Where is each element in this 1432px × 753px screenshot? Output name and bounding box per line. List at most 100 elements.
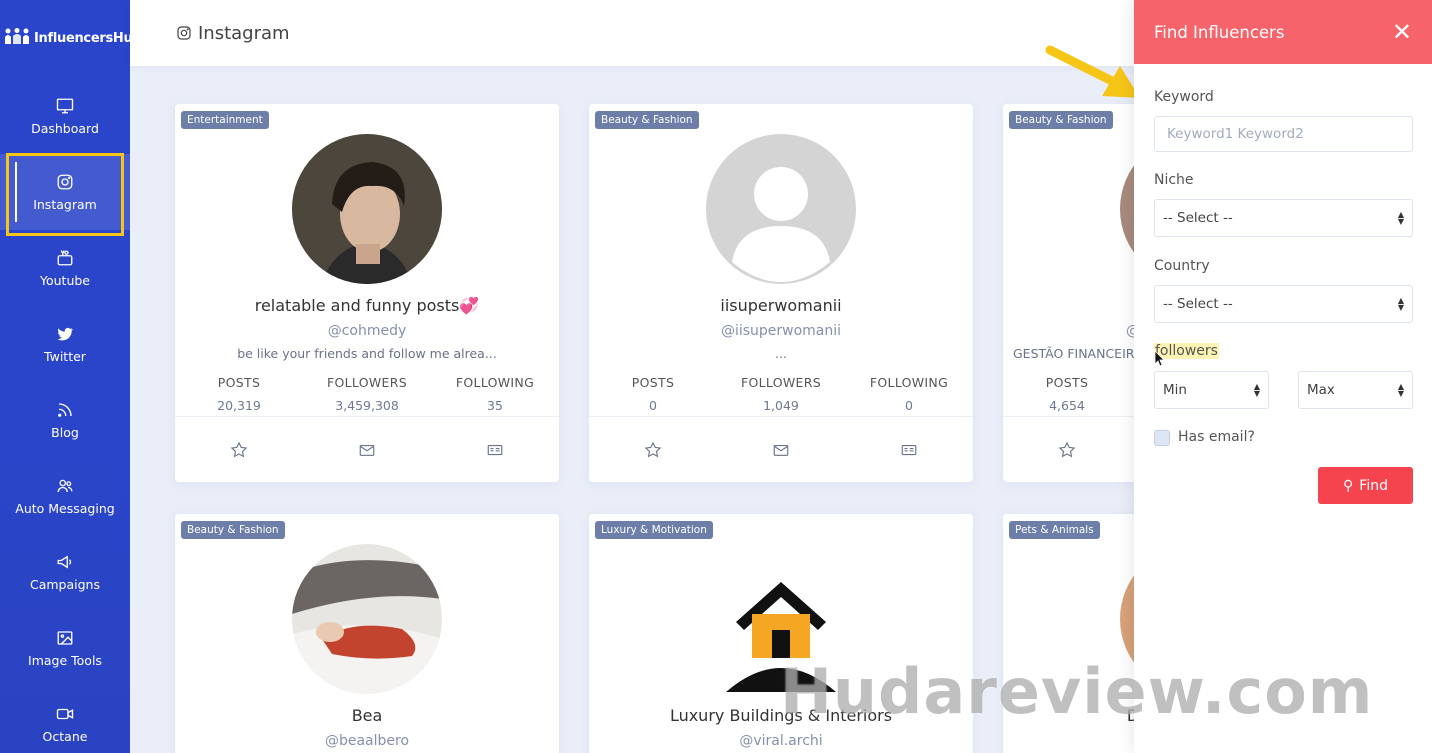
sidebar-item-label: Twitter <box>44 348 86 364</box>
page-header: Instagram <box>130 0 1134 66</box>
has-email-checkbox[interactable] <box>1154 430 1170 446</box>
star-icon[interactable] <box>644 441 662 459</box>
sidebar-item-dashboard[interactable]: Dashboard <box>0 78 130 154</box>
megaphone-icon <box>57 555 72 568</box>
influencer-bio: be like your friends and follow me alrea… <box>237 346 497 361</box>
influencer-handle[interactable]: @cohmedy <box>175 323 559 339</box>
category-badge: Luxury & Motivation <box>595 521 713 539</box>
following-value: 0 <box>905 398 913 413</box>
influencer-bio: ... <box>775 346 787 361</box>
followers-value: 1,049 <box>763 398 799 413</box>
following-value: 35 <box>487 398 503 413</box>
country-select[interactable]: -- Select -- ▲ ▼ <box>1154 285 1413 323</box>
card-actions <box>175 416 559 482</box>
sidebar-item-label: Image Tools <box>28 652 102 668</box>
influencer-name: Bea <box>351 706 383 725</box>
country-select-value: -- Select -- <box>1163 296 1233 312</box>
avatar-placeholder <box>706 134 856 284</box>
category-badge: Entertainment <box>181 111 269 129</box>
influencer-card[interactable]: Entertainment relatable and funny posts💞… <box>175 104 559 482</box>
twitter-icon <box>57 327 74 340</box>
mail-icon[interactable] <box>772 441 790 459</box>
select-arrows-icon: ▲ ▼ <box>1253 382 1260 398</box>
image-icon <box>57 630 73 645</box>
sidebar-item-label: Youtube <box>40 272 90 288</box>
sidebar-item-auto-messaging[interactable]: Auto Messaging <box>0 458 130 534</box>
sidebar: InfluencersHub Dashboard Instagram Youtu… <box>0 0 142 753</box>
users-icon <box>57 479 73 492</box>
stats-row: POSTS 0 FOLLOWERS 1,049 FOLLOWING 0 <box>589 375 973 413</box>
posts-value: 0 <box>649 398 657 413</box>
app-name: InfluencersHub <box>34 30 142 46</box>
instagram-icon <box>177 26 191 40</box>
logo-icon <box>4 28 30 48</box>
sidebar-item-image-tools[interactable]: Image Tools <box>0 610 130 686</box>
stats-row: POSTS 20,319 FOLLOWERS 3,459,308 FOLLOWING… <box>175 375 559 413</box>
select-arrows-icon: ▲ ▼ <box>1397 382 1404 398</box>
sidebar-item-youtube[interactable]: Youtube <box>0 230 130 306</box>
followers-min-select[interactable]: Min ▲ ▼ <box>1154 371 1269 409</box>
category-badge: Beauty & Fashion <box>595 111 699 129</box>
search-icon: ⚲ <box>1343 477 1354 494</box>
panel-title: Find Influencers <box>1154 22 1285 42</box>
country-label: Country <box>1154 258 1210 274</box>
followers-max-select[interactable]: Max ▲ ▼ <box>1298 371 1413 409</box>
niche-select[interactable]: -- Select -- ▲ ▼ <box>1154 199 1413 237</box>
posts-value: 20,319 <box>217 398 261 413</box>
youtube-icon <box>57 249 73 265</box>
niche-label: Niche <box>1154 172 1194 188</box>
posts-value: 4,654 <box>1049 398 1085 413</box>
sidebar-item-campaigns[interactable]: Campaigns <box>0 534 130 610</box>
annotation-highlight-box <box>6 153 124 236</box>
profile-card-icon[interactable] <box>900 441 918 459</box>
has-email-label: Has email? <box>1178 429 1255 445</box>
keyword-input[interactable] <box>1154 116 1413 152</box>
app-logo[interactable]: InfluencersHub <box>4 28 142 48</box>
star-icon[interactable] <box>1058 441 1076 459</box>
sidebar-item-twitter[interactable]: Twitter <box>0 306 130 382</box>
followers-label: FOLLOWERS <box>741 375 821 390</box>
find-button[interactable]: ⚲ Find <box>1318 467 1413 504</box>
influencer-handle[interactable]: @iisuperwomanii <box>589 323 973 339</box>
category-badge: Pets & Animals <box>1009 521 1100 539</box>
find-influencers-panel: Find Influencers ✕ Keyword Niche -- Sele… <box>1134 0 1432 753</box>
niche-select-value: -- Select -- <box>1163 210 1233 226</box>
sidebar-item-label: Campaigns <box>29 576 100 592</box>
watermark: Hudareview.com <box>780 655 1374 728</box>
select-arrows-icon: ▲ ▼ <box>1397 210 1404 226</box>
sidebar-item-label: Dashboard <box>31 120 99 136</box>
avatar <box>292 134 442 284</box>
influencer-handle[interactable]: @viral.archi <box>589 733 973 749</box>
influencer-card[interactable]: Beauty & Fashion iisuperwomanii @iisuper… <box>589 104 973 482</box>
influencer-handle[interactable]: @beaalbero <box>175 733 559 749</box>
min-select-value: Min <box>1163 382 1187 398</box>
max-select-value: Max <box>1307 382 1335 398</box>
followers-value: 3,459,308 <box>335 398 399 413</box>
mouse-cursor-icon <box>1154 350 1165 367</box>
posts-label: POSTS <box>217 375 261 390</box>
influencer-card[interactable]: Beauty & Fashion Bea @beaalbero <box>175 514 559 753</box>
influencer-name: relatable and funny posts💞 <box>254 296 480 315</box>
keyword-label: Keyword <box>1154 89 1214 105</box>
influencer-bio: GESTÃO FINANCEIRA <box>1013 346 1143 361</box>
avatar <box>292 544 442 694</box>
sidebar-item-blog[interactable]: Blog <box>0 382 130 458</box>
profile-card-icon[interactable] <box>486 441 504 459</box>
sidebar-item-label: Octane <box>42 728 88 744</box>
select-arrows-icon: ▲ ▼ <box>1397 296 1404 312</box>
category-badge: Beauty & Fashion <box>181 521 285 539</box>
card-actions <box>589 416 973 482</box>
followers-label: FOLLOWERS <box>327 375 407 390</box>
following-label: FOLLOWING <box>869 375 949 390</box>
posts-label: POSTS <box>1045 375 1089 390</box>
panel-header: Find Influencers ✕ <box>1134 0 1432 64</box>
sidebar-item-label: Blog <box>51 424 79 440</box>
star-icon[interactable] <box>230 441 248 459</box>
close-icon[interactable]: ✕ <box>1392 20 1412 44</box>
rss-icon <box>58 402 72 417</box>
video-icon <box>56 708 74 719</box>
sidebar-item-octane[interactable]: Octane <box>0 686 130 753</box>
monitor-icon <box>56 98 74 113</box>
following-label: FOLLOWING <box>455 375 535 390</box>
mail-icon[interactable] <box>358 441 376 459</box>
